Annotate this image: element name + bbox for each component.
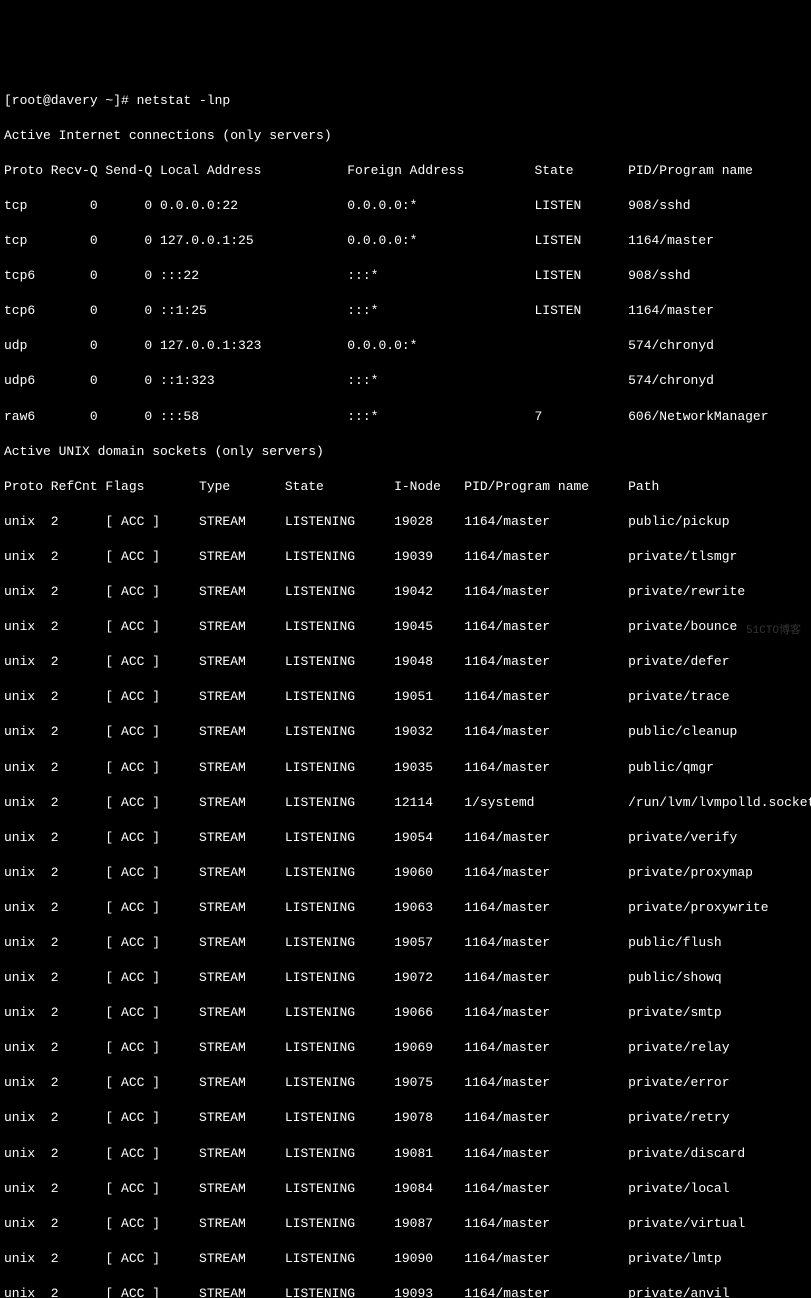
unix-row: unix 2 [ ACC ] STREAM LISTENING 19066 11…: [4, 1004, 807, 1022]
unix-row: unix 2 [ ACC ] STREAM LISTENING 12114 1/…: [4, 794, 807, 812]
inet-row: udp6 0 0 ::1:323 :::* 574/chronyd: [4, 372, 807, 390]
inet-row: tcp6 0 0 :::22 :::* LISTEN 908/sshd: [4, 267, 807, 285]
unix-row: unix 2 [ ACC ] STREAM LISTENING 19090 11…: [4, 1250, 807, 1268]
unix-row: unix 2 [ ACC ] STREAM LISTENING 19078 11…: [4, 1109, 807, 1127]
unix-row: unix 2 [ ACC ] STREAM LISTENING 19035 11…: [4, 759, 807, 777]
unix-row: unix 2 [ ACC ] STREAM LISTENING 19072 11…: [4, 969, 807, 987]
unix-row: unix 2 [ ACC ] STREAM LISTENING 19084 11…: [4, 1180, 807, 1198]
inet-row: tcp 0 0 0.0.0.0:22 0.0.0.0:* LISTEN 908/…: [4, 197, 807, 215]
section-header-inet: Active Internet connections (only server…: [4, 127, 807, 145]
unix-row: unix 2 [ ACC ] STREAM LISTENING 19063 11…: [4, 899, 807, 917]
unix-row: unix 2 [ ACC ] STREAM LISTENING 19048 11…: [4, 653, 807, 671]
unix-row: unix 2 [ ACC ] STREAM LISTENING 19057 11…: [4, 934, 807, 952]
unix-row: unix 2 [ ACC ] STREAM LISTENING 19093 11…: [4, 1285, 807, 1298]
terminal-output: [root@davery ~]# netstat -lnp Active Int…: [4, 74, 807, 1298]
prompt-line: [root@davery ~]# netstat -lnp: [4, 92, 807, 110]
watermark-text: 51CTO博客: [746, 624, 801, 639]
inet-row: tcp 0 0 127.0.0.1:25 0.0.0.0:* LISTEN 11…: [4, 232, 807, 250]
inet-row: udp 0 0 127.0.0.1:323 0.0.0.0:* 574/chro…: [4, 337, 807, 355]
unix-row: unix 2 [ ACC ] STREAM LISTENING 19075 11…: [4, 1074, 807, 1092]
unix-row: unix 2 [ ACC ] STREAM LISTENING 19039 11…: [4, 548, 807, 566]
inet-row: tcp6 0 0 ::1:25 :::* LISTEN 1164/master: [4, 302, 807, 320]
unix-row: unix 2 [ ACC ] STREAM LISTENING 19045 11…: [4, 618, 807, 636]
unix-row: unix 2 [ ACC ] STREAM LISTENING 19087 11…: [4, 1215, 807, 1233]
inet-row: raw6 0 0 :::58 :::* 7 606/NetworkManager: [4, 408, 807, 426]
unix-columns-header: Proto RefCnt Flags Type State I-Node PID…: [4, 478, 807, 496]
unix-row: unix 2 [ ACC ] STREAM LISTENING 19054 11…: [4, 829, 807, 847]
unix-row: unix 2 [ ACC ] STREAM LISTENING 19051 11…: [4, 688, 807, 706]
unix-row: unix 2 [ ACC ] STREAM LISTENING 19028 11…: [4, 513, 807, 531]
section-header-unix: Active UNIX domain sockets (only servers…: [4, 443, 807, 461]
unix-row: unix 2 [ ACC ] STREAM LISTENING 19032 11…: [4, 723, 807, 741]
unix-row: unix 2 [ ACC ] STREAM LISTENING 19069 11…: [4, 1039, 807, 1057]
inet-columns-header: Proto Recv-Q Send-Q Local Address Foreig…: [4, 162, 807, 180]
unix-row: unix 2 [ ACC ] STREAM LISTENING 19081 11…: [4, 1145, 807, 1163]
unix-row: unix 2 [ ACC ] STREAM LISTENING 19060 11…: [4, 864, 807, 882]
unix-row: unix 2 [ ACC ] STREAM LISTENING 19042 11…: [4, 583, 807, 601]
